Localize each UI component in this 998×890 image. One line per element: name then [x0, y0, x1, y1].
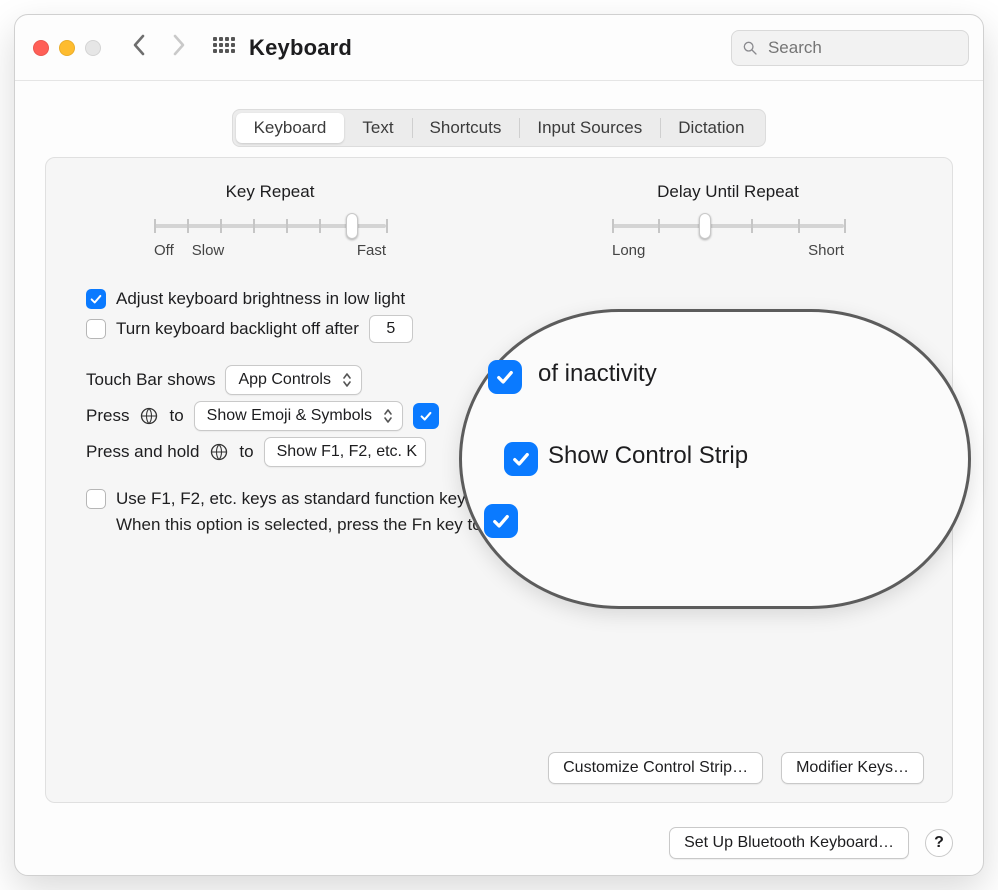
tab-keyboard[interactable]: Keyboard	[236, 113, 345, 143]
window-bottom-row: Set Up Bluetooth Keyboard… ?	[15, 827, 983, 859]
press-hold-select[interactable]: Show F1, F2, etc. K	[264, 437, 427, 467]
touch-bar-select[interactable]: App Controls	[225, 365, 362, 395]
preferences-window: Keyboard Keyboard Text Shortcuts Input S…	[14, 14, 984, 876]
press-hold-label-b: to	[239, 442, 253, 462]
tab-text[interactable]: Text	[344, 113, 411, 143]
show-all-icon[interactable]	[213, 37, 235, 59]
delay-repeat-label: Delay Until Repeat	[612, 182, 844, 202]
tab-shortcuts[interactable]: Shortcuts	[412, 113, 520, 143]
chevron-updown-icon	[382, 407, 394, 425]
search-icon	[742, 39, 758, 57]
delay-repeat-group: Delay Until Repeat Long Short	[612, 182, 844, 259]
backlight-off-checkbox[interactable]	[86, 319, 106, 339]
window-controls	[33, 40, 101, 56]
modifier-keys-button[interactable]: Modifier Keys…	[781, 752, 924, 784]
delay-long-label: Long	[612, 242, 645, 259]
globe-icon	[209, 442, 229, 462]
delay-short-label: Short	[808, 242, 844, 259]
backlight-off-value[interactable]: 5	[369, 315, 413, 343]
touch-bar-label: Touch Bar shows	[86, 370, 215, 390]
search-input[interactable]	[766, 37, 958, 59]
adjust-brightness-checkbox[interactable]	[86, 289, 106, 309]
key-repeat-slow-label: Slow	[192, 242, 225, 259]
tab-dictation[interactable]: Dictation	[660, 113, 762, 143]
callout-check-icon-1	[488, 360, 522, 394]
nav-arrows	[131, 32, 187, 63]
page-title: Keyboard	[249, 35, 352, 61]
callout-overlay: of inactivity Show Control Strip	[459, 309, 971, 609]
backlight-off-label: Turn keyboard backlight off after	[116, 319, 359, 339]
close-window-icon[interactable]	[33, 40, 49, 56]
press-hold-label-a: Press and hold	[86, 442, 199, 462]
forward-button	[169, 32, 187, 63]
key-repeat-off-label: Off	[154, 242, 174, 259]
key-repeat-fast-label: Fast	[357, 242, 386, 259]
adjust-brightness-row: Adjust keyboard brightness in low light	[86, 289, 912, 309]
press-hold-value: Show F1, F2, etc. K	[277, 443, 418, 461]
customize-control-strip-button[interactable]: Customize Control Strip…	[548, 752, 763, 784]
touch-bar-value: App Controls	[238, 371, 331, 389]
footer-buttons: Customize Control Strip… Modifier Keys…	[548, 752, 924, 784]
help-button[interactable]: ?	[925, 829, 953, 857]
callout-check-icon-2	[504, 442, 538, 476]
key-repeat-slider[interactable]	[154, 212, 386, 240]
zoom-window-icon	[85, 40, 101, 56]
callout-check-icon-3	[484, 504, 518, 538]
press-globe-select[interactable]: Show Emoji & Symbols	[194, 401, 403, 431]
press-globe-value: Show Emoji & Symbols	[207, 407, 372, 425]
search-field[interactable]	[731, 30, 969, 66]
fn-keys-checkbox[interactable]	[86, 489, 106, 509]
globe-indicator-icon	[413, 403, 439, 429]
minimize-window-icon[interactable]	[59, 40, 75, 56]
adjust-brightness-label: Adjust keyboard brightness in low light	[116, 289, 405, 309]
key-repeat-group: Key Repeat Off Slow	[154, 182, 386, 259]
tab-bar: Keyboard Text Shortcuts Input Sources Di…	[15, 109, 983, 147]
key-repeat-label: Key Repeat	[154, 182, 386, 202]
chevron-updown-icon	[341, 371, 353, 389]
titlebar: Keyboard	[15, 15, 983, 81]
delay-repeat-slider[interactable]	[612, 212, 844, 240]
callout-text-show-control-strip: Show Control Strip	[548, 442, 748, 470]
tab-input-sources[interactable]: Input Sources	[519, 113, 660, 143]
press-to-label: to	[169, 406, 183, 426]
press-label: Press	[86, 406, 129, 426]
setup-bluetooth-keyboard-button[interactable]: Set Up Bluetooth Keyboard…	[669, 827, 909, 859]
callout-text-inactivity: of inactivity	[538, 360, 657, 388]
back-button[interactable]	[131, 32, 149, 63]
globe-icon	[139, 406, 159, 426]
